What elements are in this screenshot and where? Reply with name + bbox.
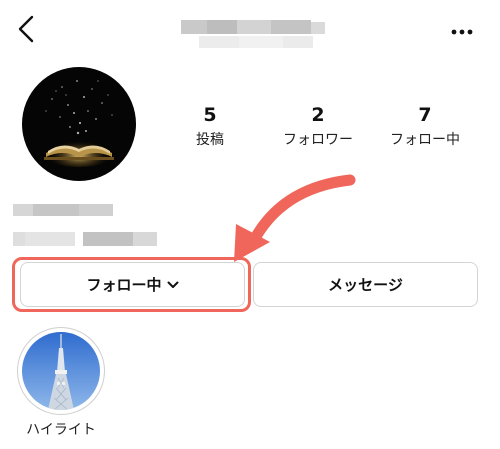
annotation-highlight-box (12, 257, 251, 312)
followers-count: 2 (311, 104, 325, 126)
username-obscured (181, 20, 325, 48)
back-button[interactable] (14, 14, 38, 44)
tower-icon (22, 332, 100, 410)
story-highlight[interactable]: ハイライト (17, 327, 105, 439)
book-icon (22, 67, 136, 181)
annotation-arrow (234, 174, 356, 262)
posts-stat[interactable]: 5 投稿 (165, 104, 255, 149)
message-button[interactable]: メッセージ (253, 262, 478, 307)
followers-label: フォロワー (283, 132, 353, 148)
highlight-ring (17, 327, 105, 415)
following-label: フォロー中 (390, 132, 460, 148)
posts-count: 5 (203, 104, 217, 126)
more-options-button[interactable] (449, 22, 475, 40)
followers-stat[interactable]: 2 フォロワー (273, 104, 363, 149)
profile-avatar[interactable] (22, 67, 136, 181)
more-horizontal-icon (451, 29, 473, 35)
highlight-thumbnail (22, 332, 100, 410)
highlight-label: ハイライト (26, 422, 96, 438)
message-button-label: メッセージ (328, 276, 403, 294)
profile-name-obscured (13, 204, 157, 246)
following-count: 7 (418, 104, 432, 126)
posts-label: 投稿 (196, 132, 224, 148)
chevron-left-icon (18, 15, 34, 43)
following-stat[interactable]: 7 フォロー中 (380, 104, 470, 149)
